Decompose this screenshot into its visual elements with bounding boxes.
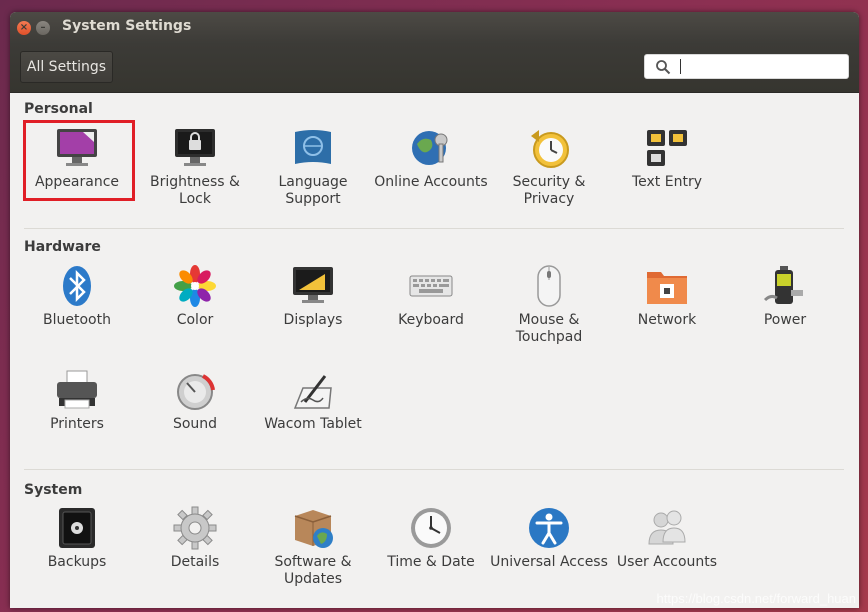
search-icon bbox=[656, 60, 671, 75]
item-label: Color bbox=[176, 312, 214, 328]
toolbar: All Settings bbox=[10, 44, 859, 93]
item-label: Time & Date bbox=[387, 554, 475, 570]
language-flag-icon bbox=[295, 130, 331, 164]
item-label: Mouse & Touchpad bbox=[515, 312, 583, 345]
wacom-tablet-icon bbox=[293, 375, 332, 409]
item-label: Sound bbox=[172, 416, 218, 432]
item-label: Security & Privacy bbox=[512, 174, 586, 207]
item-label: Keyboard bbox=[398, 312, 464, 328]
section-divider bbox=[24, 228, 844, 229]
item-label: Brightness & Lock bbox=[150, 174, 240, 207]
mouse-icon bbox=[537, 265, 561, 307]
item-label: Text Entry bbox=[631, 174, 702, 190]
color-flower-icon bbox=[174, 265, 216, 307]
item-label: Wacom Tablet bbox=[264, 416, 362, 432]
online-accounts-icon bbox=[412, 131, 448, 165]
gear-icon bbox=[173, 506, 217, 550]
item-label: Printers bbox=[50, 416, 104, 432]
item-label: Universal Access bbox=[490, 554, 608, 570]
section-title-system: System bbox=[24, 482, 83, 498]
section-title-hardware: Hardware bbox=[24, 239, 101, 255]
universal-access-icon bbox=[529, 508, 569, 548]
watermark: https://blog.csdn.net/forward_huan bbox=[656, 591, 856, 606]
window-title: System Settings bbox=[62, 18, 192, 34]
item-label: Network bbox=[637, 312, 697, 328]
item-label: Backups bbox=[47, 554, 107, 570]
bluetooth-icon bbox=[63, 266, 91, 306]
item-label: Displays bbox=[283, 312, 343, 328]
item-label: Online Accounts bbox=[374, 174, 488, 190]
printer-icon bbox=[57, 370, 97, 409]
item-label: User Accounts bbox=[616, 554, 718, 570]
item-label: Details bbox=[170, 554, 220, 570]
selection-highlight bbox=[23, 120, 135, 201]
title-bar: × – System Settings bbox=[10, 12, 859, 44]
clock-icon bbox=[411, 508, 451, 548]
section-title-personal: Personal bbox=[24, 101, 93, 117]
item-label: Power bbox=[763, 312, 807, 328]
item-label: Software & Updates bbox=[274, 554, 352, 587]
search-input[interactable] bbox=[644, 54, 849, 79]
item-label: Language Support bbox=[278, 174, 348, 207]
all-settings-button[interactable]: All Settings bbox=[20, 51, 113, 83]
software-updates-icon bbox=[294, 510, 333, 548]
sound-knob-icon bbox=[177, 374, 215, 410]
settings-panel: Personal Appearance Brightness & Lock La… bbox=[10, 93, 859, 608]
minimize-window-button[interactable]: – bbox=[36, 21, 50, 35]
power-battery-icon bbox=[763, 266, 803, 304]
security-privacy-icon bbox=[531, 130, 569, 168]
section-divider bbox=[24, 469, 844, 470]
network-folder-icon bbox=[647, 272, 687, 304]
keyboard-icon bbox=[409, 275, 453, 297]
user-accounts-icon bbox=[648, 510, 686, 545]
text-cursor bbox=[680, 59, 681, 74]
close-window-button[interactable]: × bbox=[17, 21, 31, 35]
brightness-lock-icon bbox=[175, 129, 215, 166]
displays-icon bbox=[293, 267, 333, 303]
item-label: Bluetooth bbox=[43, 312, 111, 328]
system-settings-window: × – System Settings All Settings Persona… bbox=[10, 12, 859, 608]
text-entry-icon bbox=[647, 130, 687, 166]
backups-safe-icon bbox=[59, 508, 95, 548]
